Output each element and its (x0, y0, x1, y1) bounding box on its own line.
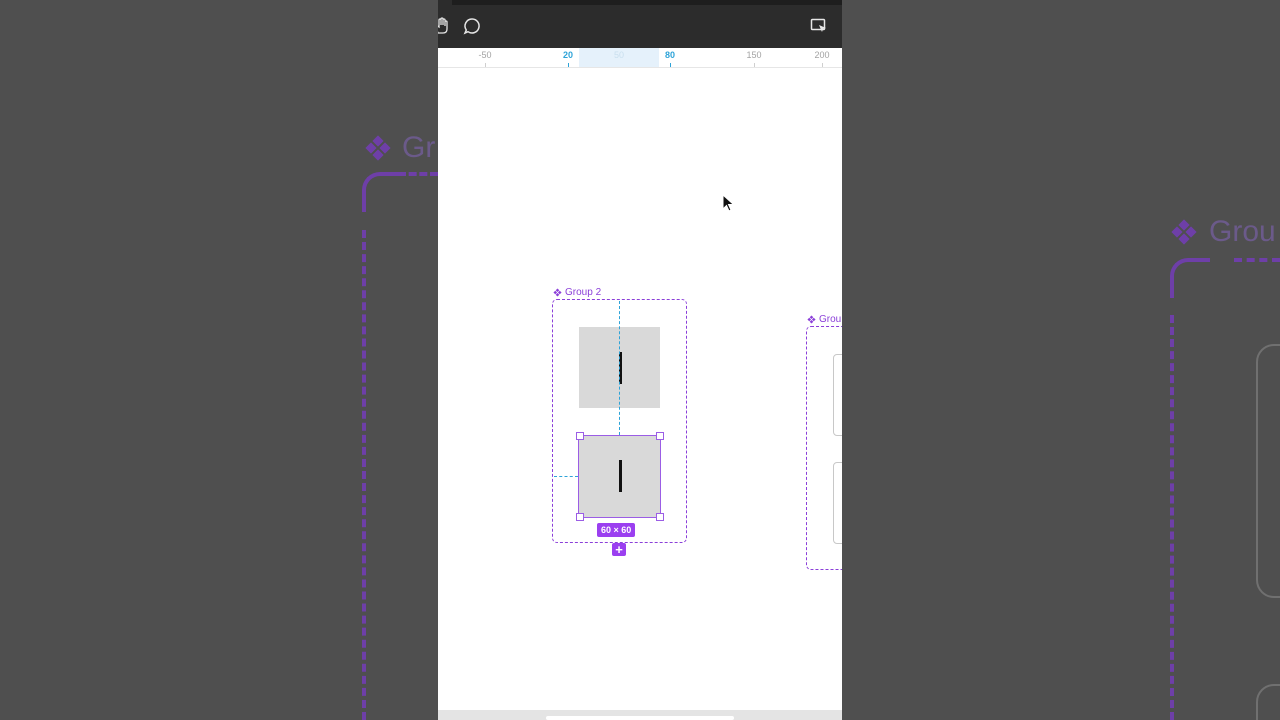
backdrop-group-label: Grou (1209, 215, 1276, 248)
backdrop-card (1256, 344, 1280, 598)
add-button[interactable]: + (612, 543, 626, 556)
ruler-tick: 200 (814, 50, 830, 60)
secondary-card[interactable] (833, 354, 842, 436)
component-icon (553, 288, 562, 297)
ruler-tick: 80 (664, 50, 676, 60)
size-badge: 60 × 60 (597, 523, 636, 537)
home-indicator (546, 716, 734, 720)
backdrop-card (1256, 684, 1280, 720)
toolbar (438, 0, 842, 48)
backdrop-frame-edge (1170, 315, 1174, 720)
backdrop-right: Grou (842, 0, 1280, 720)
present-icon[interactable] (809, 16, 829, 36)
measurement-guide-vertical (619, 301, 620, 435)
ruler-tick: 50 (613, 50, 625, 60)
ruler-tick: 20 (562, 50, 574, 60)
horizontal-ruler: -50 20 50 80 150 200 (438, 48, 842, 68)
resize-handle-bottom-right[interactable] (656, 513, 664, 521)
group-2-label[interactable]: Group 2 (565, 287, 601, 298)
editor-frame: -50 20 50 80 150 200 Group 2 60 × 60 + G… (438, 0, 842, 720)
cursor-arrow-icon (722, 194, 735, 212)
component-icon (1171, 219, 1197, 245)
selection-outline (578, 435, 661, 518)
backdrop-frame-edge (362, 230, 366, 720)
hand-icon[interactable] (438, 16, 452, 36)
resize-handle-top-right[interactable] (656, 432, 664, 440)
backdrop-frame-top (1234, 258, 1280, 262)
component-icon (807, 315, 816, 324)
ruler-tick: 150 (746, 50, 762, 60)
backdrop-frame-corner (362, 172, 402, 212)
ruler-tick: -50 (478, 50, 492, 60)
group-secondary-label[interactable]: Grou (819, 314, 841, 325)
resize-handle-top-left[interactable] (576, 432, 584, 440)
backdrop-frame-top (398, 172, 438, 176)
measurement-guide-horizontal (554, 476, 578, 477)
design-canvas[interactable]: Group 2 60 × 60 + Grou (438, 67, 842, 710)
component-icon (365, 135, 391, 161)
secondary-card[interactable] (833, 462, 842, 544)
toolbar-top-edge (452, 0, 842, 5)
backdrop-frame-corner (1170, 258, 1210, 298)
comment-icon[interactable] (462, 16, 482, 36)
resize-handle-bottom-left[interactable] (576, 513, 584, 521)
backdrop-left: Gr (0, 0, 438, 720)
backdrop-group-label: Gr (402, 131, 436, 164)
